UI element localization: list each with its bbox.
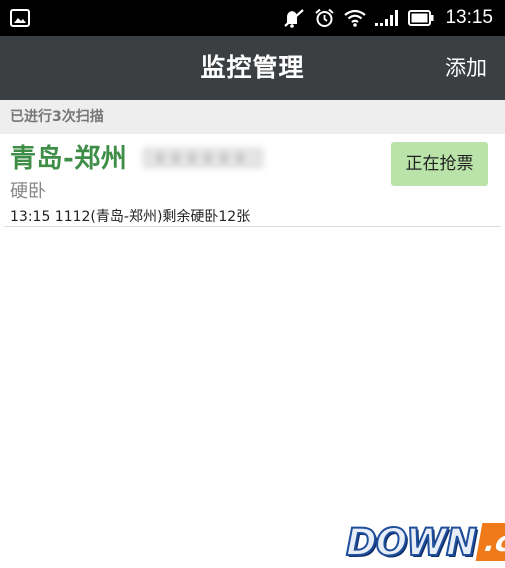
title-bar: 监控管理 添加 [0, 36, 505, 100]
status-right: 13:15 [283, 7, 493, 29]
gallery-icon [10, 9, 30, 27]
grabbing-ticket-button[interactable]: 正在抢票 [391, 142, 488, 186]
signal-icon [375, 9, 399, 27]
blurred-personal-info [142, 147, 264, 169]
scan-count-header: 已进行3次扫描 [0, 100, 505, 134]
task-seat-type: 硬卧 [10, 181, 46, 202]
task-route: 青岛-郑州 [10, 144, 128, 174]
alarm-icon [314, 8, 335, 28]
mute-icon [283, 8, 305, 28]
watermark-suffix: .cc [475, 523, 505, 561]
watermark-brand: DOWN [345, 520, 478, 565]
add-button[interactable]: 添加 [445, 36, 487, 100]
down-cc-watermark-logo: DOWN .cc [345, 520, 505, 565]
status-time: 13:15 [445, 7, 493, 28]
task-ticket-detail: 13:15 1112(青岛-郑州)剩余硬卧12张 [10, 209, 251, 225]
wifi-icon [344, 9, 367, 27]
status-bar: 13:15 [0, 0, 505, 36]
monitor-task-item[interactable]: 青岛-郑州 硬卧 13:15 1112(青岛-郑州)剩余硬卧12张 正在抢票 [4, 134, 501, 227]
battery-icon [408, 10, 434, 26]
status-left [10, 9, 30, 27]
page-title: 监控管理 [200, 53, 305, 82]
